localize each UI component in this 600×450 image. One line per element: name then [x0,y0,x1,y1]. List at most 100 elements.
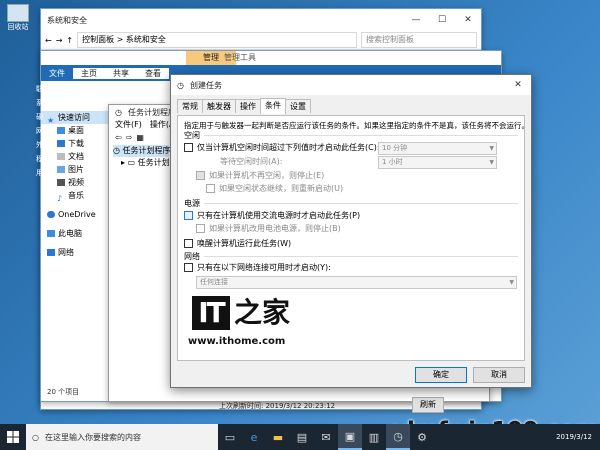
refresh-button[interactable]: 刷新 [412,397,444,413]
option-label: 如果计算机改用电池电源，则停止(B) [209,224,341,233]
back-icon[interactable]: ⇦ [115,133,122,142]
idle-restart-option[interactable]: 如果空闲状态继续，则重新启动(U) [206,183,343,194]
explorer-icon[interactable]: ▬ [266,424,290,450]
dialog-tabs: 常规 触发器 操作 条件 设置 [177,98,531,114]
option-label: 如果空闲状态继续，则重新启动(U) [219,184,344,193]
maximize-button[interactable]: ☐ [429,15,455,25]
breadcrumb-item[interactable]: 控制面板 [82,35,114,44]
cancel-button[interactable]: 取消 [473,367,525,383]
chevron-down-icon: ▼ [509,279,514,286]
wake-option[interactable]: 唤醒计算机运行此任务(W) [184,238,291,249]
wake-checkbox[interactable] [184,239,193,248]
battery-stop-checkbox[interactable] [196,224,205,233]
tab-general[interactable]: 常规 [177,99,203,113]
tab-conditions[interactable]: 条件 [260,98,286,114]
ok-button[interactable]: 确定 [415,367,467,383]
download-icon [57,140,65,147]
tools-icon[interactable]: ⚙ [410,424,434,450]
mail-icon[interactable]: ✉ [314,424,338,450]
control-panel-icon[interactable]: ▣ [338,424,362,450]
task-view-icon[interactable]: ▭ [218,424,242,450]
tab-file[interactable]: 文件 [41,67,73,79]
nav-label: 网络 [58,248,74,257]
tab-share[interactable]: 共享 [105,67,137,79]
side-label: 网 [36,127,43,135]
navigation-pane: ★ 快速访问 桌面 下载 文档 图片 视频 ♪ 音乐 OneDrive 此电脑 网络 [41,111,111,381]
menu-file[interactable]: 文件(F) [115,119,142,131]
nav-item-desktop[interactable]: 桌面 [41,124,111,137]
document-icon [57,153,65,160]
tree-item-root[interactable]: ◷ 任务计划程序 [113,145,171,157]
select-value: 任何连接 [200,278,228,286]
nav-item-documents[interactable]: 文档 [41,150,111,163]
tab-triggers[interactable]: 触发器 [202,99,236,113]
idle-start-option[interactable]: 仅当计算机空闲时间超过下列值时才启动此任务(C): [184,142,380,153]
clock-icon: ◷ [115,107,122,117]
nav-label: 文档 [68,152,84,161]
nav-item-this-pc[interactable]: 此电脑 [41,227,111,240]
scheduler-icon[interactable]: ◷ [386,424,410,450]
group-network: 网络 [184,251,518,262]
taskbar-clock[interactable]: 2019/3/12 [556,433,592,442]
side-label: 駐 [36,85,43,93]
idle-stop-option[interactable]: 如果计算机不再空闲，则停止(E) [196,170,324,181]
nav-item-videos[interactable]: 视频 [41,176,111,189]
nav-item-network[interactable]: 网络 [41,246,111,259]
nav-label: 音乐 [68,191,84,200]
group-idle: 空闲 [184,130,518,141]
network-only-option[interactable]: 只有在以下网络连接可用时才启动(Y): [184,262,331,273]
idle-wait-select[interactable]: 1 小时 ▼ [378,156,497,169]
recycle-bin-shortcut[interactable]: 回收站 [4,2,32,38]
idle-duration-select[interactable]: 10 分钟 ▼ [378,142,497,155]
side-label: 系 [36,99,43,107]
tab-home[interactable]: 主页 [73,67,105,79]
logo-chinese-mark: 之家 [234,296,291,329]
taskbar-search-input[interactable]: ○ 在这里输入你要搜索的内容 [26,424,218,450]
close-button[interactable]: ✕ [455,15,481,25]
music-icon: ♪ [57,194,63,203]
desktop-icon-label: 回收站 [7,23,29,31]
group-label: 网络 [184,252,200,261]
control-panel-side-labels: 駐 系 硬 网 外 程 用 [36,84,44,182]
network-only-checkbox[interactable] [184,263,193,272]
close-button[interactable]: ✕ [505,80,531,90]
store-icon[interactable]: ▤ [290,424,314,450]
side-label: 外 [36,141,43,149]
tab-settings[interactable]: 设置 [285,99,311,113]
network-icon [47,249,55,256]
taskbar: ○ 在这里输入你要搜索的内容 ▭ e ▬ ▤ ✉ ▣ ▥ ◷ ⚙ 2019/3/… [0,424,600,450]
nav-item-onedrive[interactable]: OneDrive [41,208,111,221]
idle-stop-checkbox[interactable] [196,171,205,180]
recycle-bin-icon [7,4,29,22]
window-title: 系统和安全 [47,15,87,25]
nav-item-music[interactable]: ♪ 音乐 [41,189,111,203]
minimize-button[interactable]: — [403,15,429,25]
ac-only-checkbox[interactable] [184,211,193,220]
group-label: 电源 [184,199,200,208]
breadcrumb[interactable]: 控制面板 > 系统和安全 [77,32,357,48]
tab-actions[interactable]: 操作 [235,99,261,113]
forward-icon[interactable]: → [56,36,63,45]
option-label: 唤醒计算机运行此任务(W) [197,239,292,248]
back-icon[interactable]: ← [45,36,52,45]
option-label: 只有在计算机使用交流电源时才启动此任务(P) [197,211,361,220]
up-icon[interactable]: ↑ [66,36,73,45]
group-label: 空闲 [184,131,200,140]
start-button[interactable] [0,424,26,450]
network-select[interactable]: 任何连接 ▼ [196,276,517,289]
battery-stop-option[interactable]: 如果计算机改用电池电源，则停止(B) [196,223,341,234]
forward-icon[interactable]: ⇨ [126,133,133,142]
breadcrumb-item[interactable]: 系统和安全 [126,35,166,44]
edge-icon[interactable]: e [242,424,266,450]
tab-view[interactable]: 查看 [137,67,169,79]
console-tree-icon[interactable]: ▦ [136,133,144,142]
search-input[interactable]: 搜索控制面板 [361,32,477,48]
nav-item-downloads[interactable]: 下载 [41,137,111,150]
cmd-icon[interactable]: ▥ [362,424,386,450]
nav-item-quick-access[interactable]: ★ 快速访问 [41,111,111,125]
idle-start-checkbox[interactable] [184,143,193,152]
idle-restart-checkbox[interactable] [206,184,215,193]
ac-only-option[interactable]: 只有在计算机使用交流电源时才启动此任务(P) [184,210,360,221]
control-panel-titlebar: 系统和安全 — ☐ ✕ [41,9,481,31]
nav-item-pictures[interactable]: 图片 [41,163,111,176]
